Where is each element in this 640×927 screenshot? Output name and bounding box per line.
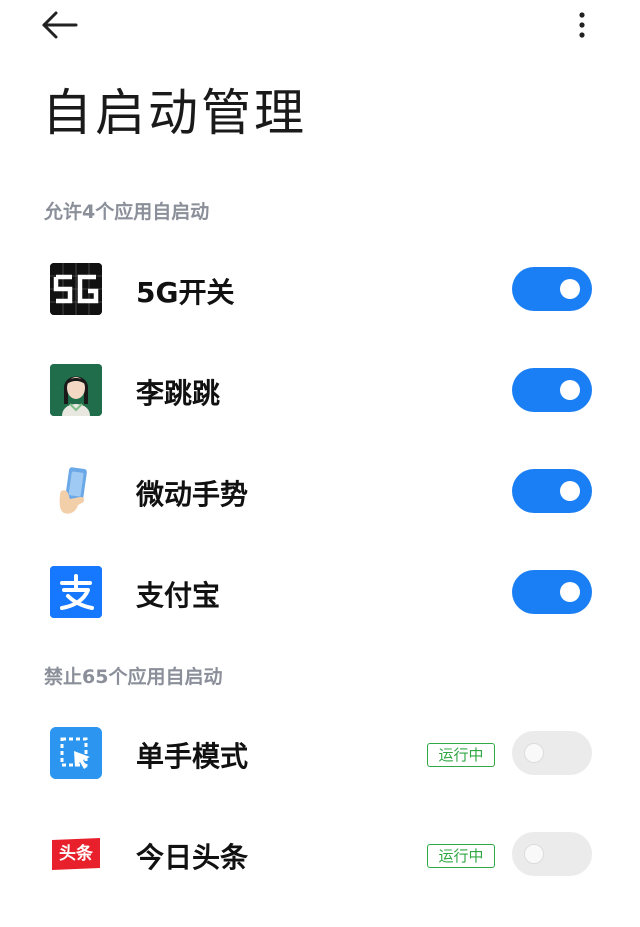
app-name: 5G开关 bbox=[136, 276, 235, 309]
app-name: 单手模式 bbox=[136, 740, 249, 773]
girl-avatar-icon bbox=[50, 364, 102, 416]
toggle-knob bbox=[560, 380, 580, 400]
toutiao-icon: 头条 bbox=[50, 828, 102, 880]
toggle-knob bbox=[560, 279, 580, 299]
toggle-knob bbox=[524, 844, 544, 864]
toggle-knob bbox=[524, 743, 544, 763]
autostart-toggle[interactable] bbox=[512, 267, 592, 311]
app-row-gesture: 微动手势 bbox=[0, 441, 640, 541]
autostart-toggle[interactable] bbox=[512, 832, 592, 876]
one-hand-mode-icon bbox=[50, 727, 102, 779]
app-row-alipay: 支付宝 bbox=[0, 542, 640, 642]
more-vertical-icon bbox=[579, 12, 585, 38]
back-button[interactable] bbox=[38, 8, 82, 42]
autostart-toggle[interactable] bbox=[512, 469, 592, 513]
app-name: 支付宝 bbox=[136, 579, 221, 612]
toggle-knob bbox=[560, 582, 580, 602]
more-options-button[interactable] bbox=[568, 8, 596, 42]
running-badge: 运行中 bbox=[427, 743, 495, 767]
app-row-litiaotiao: 李跳跳 bbox=[0, 340, 640, 440]
arrow-left-icon bbox=[42, 11, 78, 39]
toutiao-icon-text: 头条 bbox=[59, 844, 93, 864]
hand-phone-icon bbox=[50, 465, 102, 517]
app-name: 微动手势 bbox=[136, 478, 249, 511]
5g-icon bbox=[50, 263, 102, 315]
app-row-one-hand-mode: 单手模式 运行中 bbox=[0, 703, 640, 803]
app-row-5g-switch: 5G开关 bbox=[0, 239, 640, 339]
autostart-toggle[interactable] bbox=[512, 570, 592, 614]
alipay-icon bbox=[50, 566, 102, 618]
toggle-knob bbox=[560, 481, 580, 501]
autostart-toggle[interactable] bbox=[512, 368, 592, 412]
page-title: 自启动管理 bbox=[42, 84, 307, 142]
app-name: 李跳跳 bbox=[136, 377, 221, 410]
allowed-section-header: 允许4个应用自启动 bbox=[44, 201, 210, 223]
running-badge: 运行中 bbox=[427, 844, 495, 868]
blocked-section-header: 禁止65个应用自启动 bbox=[44, 666, 223, 688]
app-row-toutiao: 头条 今日头条 运行中 bbox=[0, 804, 640, 904]
app-name: 今日头条 bbox=[136, 841, 249, 874]
top-bar bbox=[0, 0, 640, 60]
autostart-toggle[interactable] bbox=[512, 731, 592, 775]
